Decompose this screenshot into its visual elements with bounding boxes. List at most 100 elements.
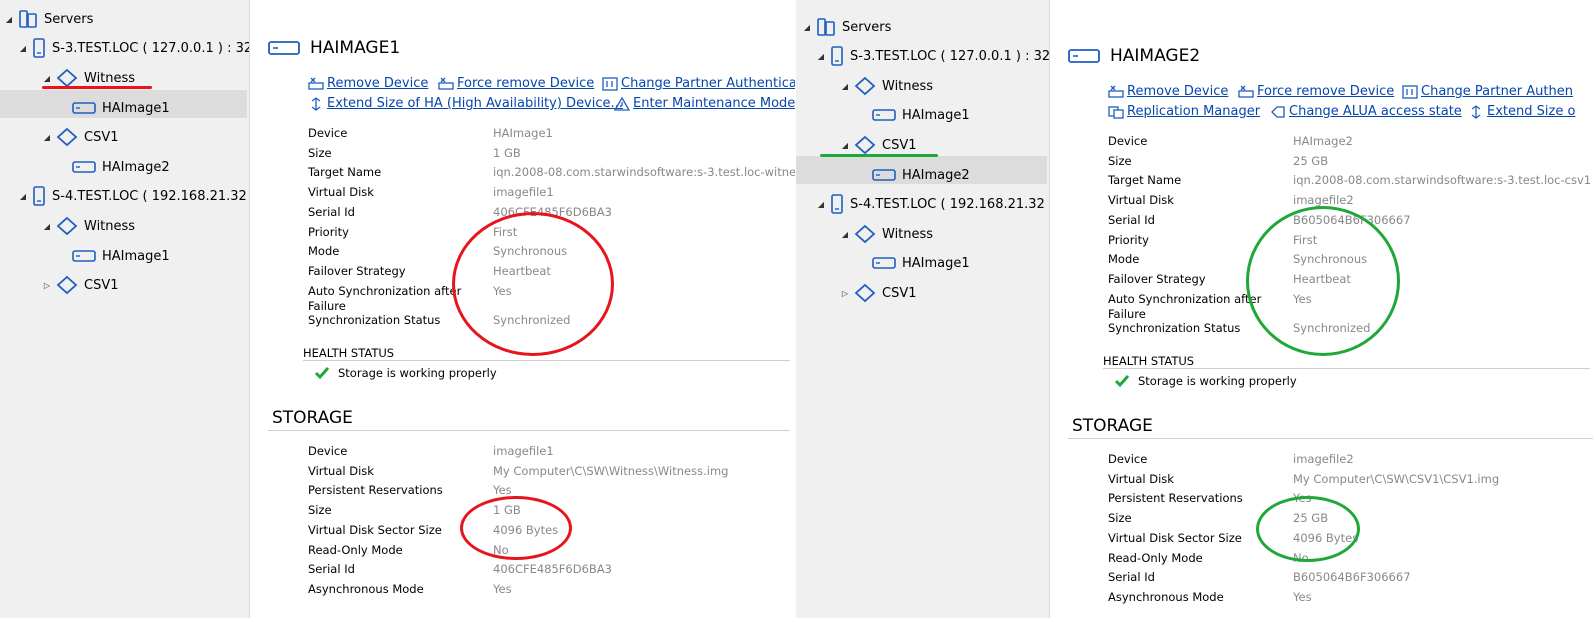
collapse-arrow-icon[interactable]: ◢ [840,230,850,239]
device-title: HAIMAGE2 [1068,46,1200,66]
storage-title: STORAGE [272,408,353,428]
target-icon [854,135,876,155]
link-text: Change Partner Authen [1421,84,1573,99]
property-label: Priority [308,224,349,239]
tree-label: CSV1 [84,129,119,145]
collapse-arrow-icon[interactable]: ◢ [42,133,52,142]
expand-arrow-icon[interactable]: ▷ [42,281,52,290]
target-icon [854,283,876,303]
property-value: imagefile1 [493,185,554,200]
device-icon [72,160,96,174]
tree-item-server-s4[interactable]: ◢ S-4.TEST.LOC ( 192.168.21.32 [816,193,1045,215]
property-value: HAImage2 [1293,134,1353,148]
collapse-arrow-icon[interactable]: ◢ [816,52,826,61]
tree-item-server-s3[interactable]: ◢ S-3.TEST.LOC ( 127.0.0.1 ) : 32 [18,37,249,59]
right-detail-panel: HAIMAGE2 Remove Device Force remove Devi… [1050,0,1593,618]
tree-item-server-s3[interactable]: ◢ S-3.TEST.LOC ( 127.0.0.1 ) : 32 [816,45,1050,67]
target-icon [56,216,78,236]
check-icon [314,367,330,380]
property-value: Yes [1293,589,1312,604]
tree-label: S-4.TEST.LOC ( 192.168.21.32 [850,196,1045,212]
collapse-arrow-icon[interactable]: ◢ [816,200,826,209]
server-icon [830,45,844,67]
device-icon [1068,49,1100,63]
tree-item-haimage2[interactable]: HAImage2 [72,156,170,178]
collapse-arrow-icon[interactable]: ◢ [42,222,52,231]
tree-item-haimage1-s4[interactable]: HAImage1 [72,245,170,267]
remove-device-link[interactable]: Remove Device [308,76,428,91]
collapse-arrow-icon[interactable]: ◢ [18,44,28,53]
property-value: Yes [493,483,512,498]
tree-item-servers[interactable]: ◢ Servers [802,16,891,38]
tree-item-csv1-s4[interactable]: ▷ CSV1 [42,274,119,296]
maintenance-mode-link[interactable]: Enter Maintenance Mode [614,96,795,111]
tree-item-haimage1[interactable]: HAImage1 [72,97,170,119]
divider [1103,368,1590,369]
tree-item-haimage2[interactable]: HAImage2 [872,164,970,186]
tree-item-witness-s4[interactable]: ◢ Witness [42,215,135,237]
tree-item-csv1[interactable]: ◢ CSV1 [42,126,119,148]
force-remove-icon [1238,85,1254,99]
divider [1068,438,1593,439]
collapse-arrow-icon[interactable]: ◢ [802,23,812,32]
storage-properties: Device imagefile2 Virtual Disk My Computer\… [1108,452,1588,616]
collapse-arrow-icon[interactable]: ◢ [840,82,850,91]
extend-size-link[interactable]: Extend Size of HA (High Availability) De… [308,96,623,111]
collapse-arrow-icon[interactable]: ◢ [42,74,52,83]
tree-label: S-3.TEST.LOC ( 127.0.0.1 ) : 32 [850,48,1050,64]
replication-icon [1108,105,1124,119]
extend-size-link[interactable]: Extend Size o [1468,104,1575,119]
right-tree-panel: ◢ Servers ◢ S-3.TEST.LOC ( 127.0.0.1 ) :… [796,0,1050,618]
property-value: Synchronous [1293,252,1368,267]
warning-icon [614,96,630,111]
tree-label: Servers [44,11,94,27]
tree-item-csv1-s4[interactable]: ▷ CSV1 [840,282,917,304]
property-label: Virtual Disk Sector Size [1108,530,1242,545]
collapse-arrow-icon[interactable]: ◢ [18,192,28,201]
change-partner-auth-link[interactable]: Change Partner Authen [1402,84,1573,99]
device-icon [872,256,896,270]
remove-device-link[interactable]: Remove Device [1108,84,1228,99]
property-label: Auto Synchronization after Failure [308,283,462,313]
property-label: Failover Strategy [308,263,406,278]
green-underline-mark [820,154,938,157]
property-value: First [493,224,518,239]
property-value: 406CFE485F6D6BA3 [493,562,612,577]
health-text: Storage is working properly [1138,374,1297,388]
property-value: 406CFE485F6D6BA3 [493,204,612,219]
change-alua-link[interactable]: Change ALUA access state [1270,104,1462,119]
device-icon [72,249,96,263]
left-detail-panel: HAIMAGE1 Remove Device Force remove Devi… [250,0,795,618]
force-remove-device-link[interactable]: Force remove Device [438,76,594,91]
tree-label: HAImage1 [902,255,970,271]
target-icon [56,127,78,147]
collapse-arrow-icon[interactable]: ◢ [4,15,14,24]
property-label: Asynchronous Mode [1108,589,1224,604]
property-value: 1 GB [493,503,521,518]
key-icon [602,76,618,91]
property-label: Device [308,444,348,458]
property-label: Virtual Disk [1108,471,1174,486]
collapse-arrow-icon[interactable]: ◢ [840,141,850,150]
replication-manager-link[interactable]: Replication Manager [1108,104,1260,119]
link-text: Enter Maintenance Mode [633,96,795,111]
change-partner-auth-link[interactable]: Change Partner Authenticat [602,76,795,91]
tree-item-servers[interactable]: ◢ Servers [4,8,93,30]
tree-item-csv1[interactable]: ◢ CSV1 [840,134,917,156]
device-icon [872,108,896,122]
target-icon [854,76,876,96]
tree-item-haimage1-s4[interactable]: HAImage1 [872,252,970,274]
property-label: Device [1108,452,1148,466]
tree-item-witness[interactable]: ◢ Witness [840,75,933,97]
device-icon [872,168,896,182]
tree-label: HAImage2 [902,167,970,183]
tree-item-witness-s4[interactable]: ◢ Witness [840,223,933,245]
property-label: Size [308,503,332,518]
force-remove-device-link[interactable]: Force remove Device [1238,84,1394,99]
property-value: No [1293,550,1309,565]
tree-item-server-s4[interactable]: ◢ S-4.TEST.LOC ( 192.168.21.32 [18,185,247,207]
property-label: Device [308,126,348,140]
property-label: Size [1108,511,1132,526]
tree-item-haimage1[interactable]: HAImage1 [872,104,970,126]
expand-arrow-icon[interactable]: ▷ [840,289,850,298]
